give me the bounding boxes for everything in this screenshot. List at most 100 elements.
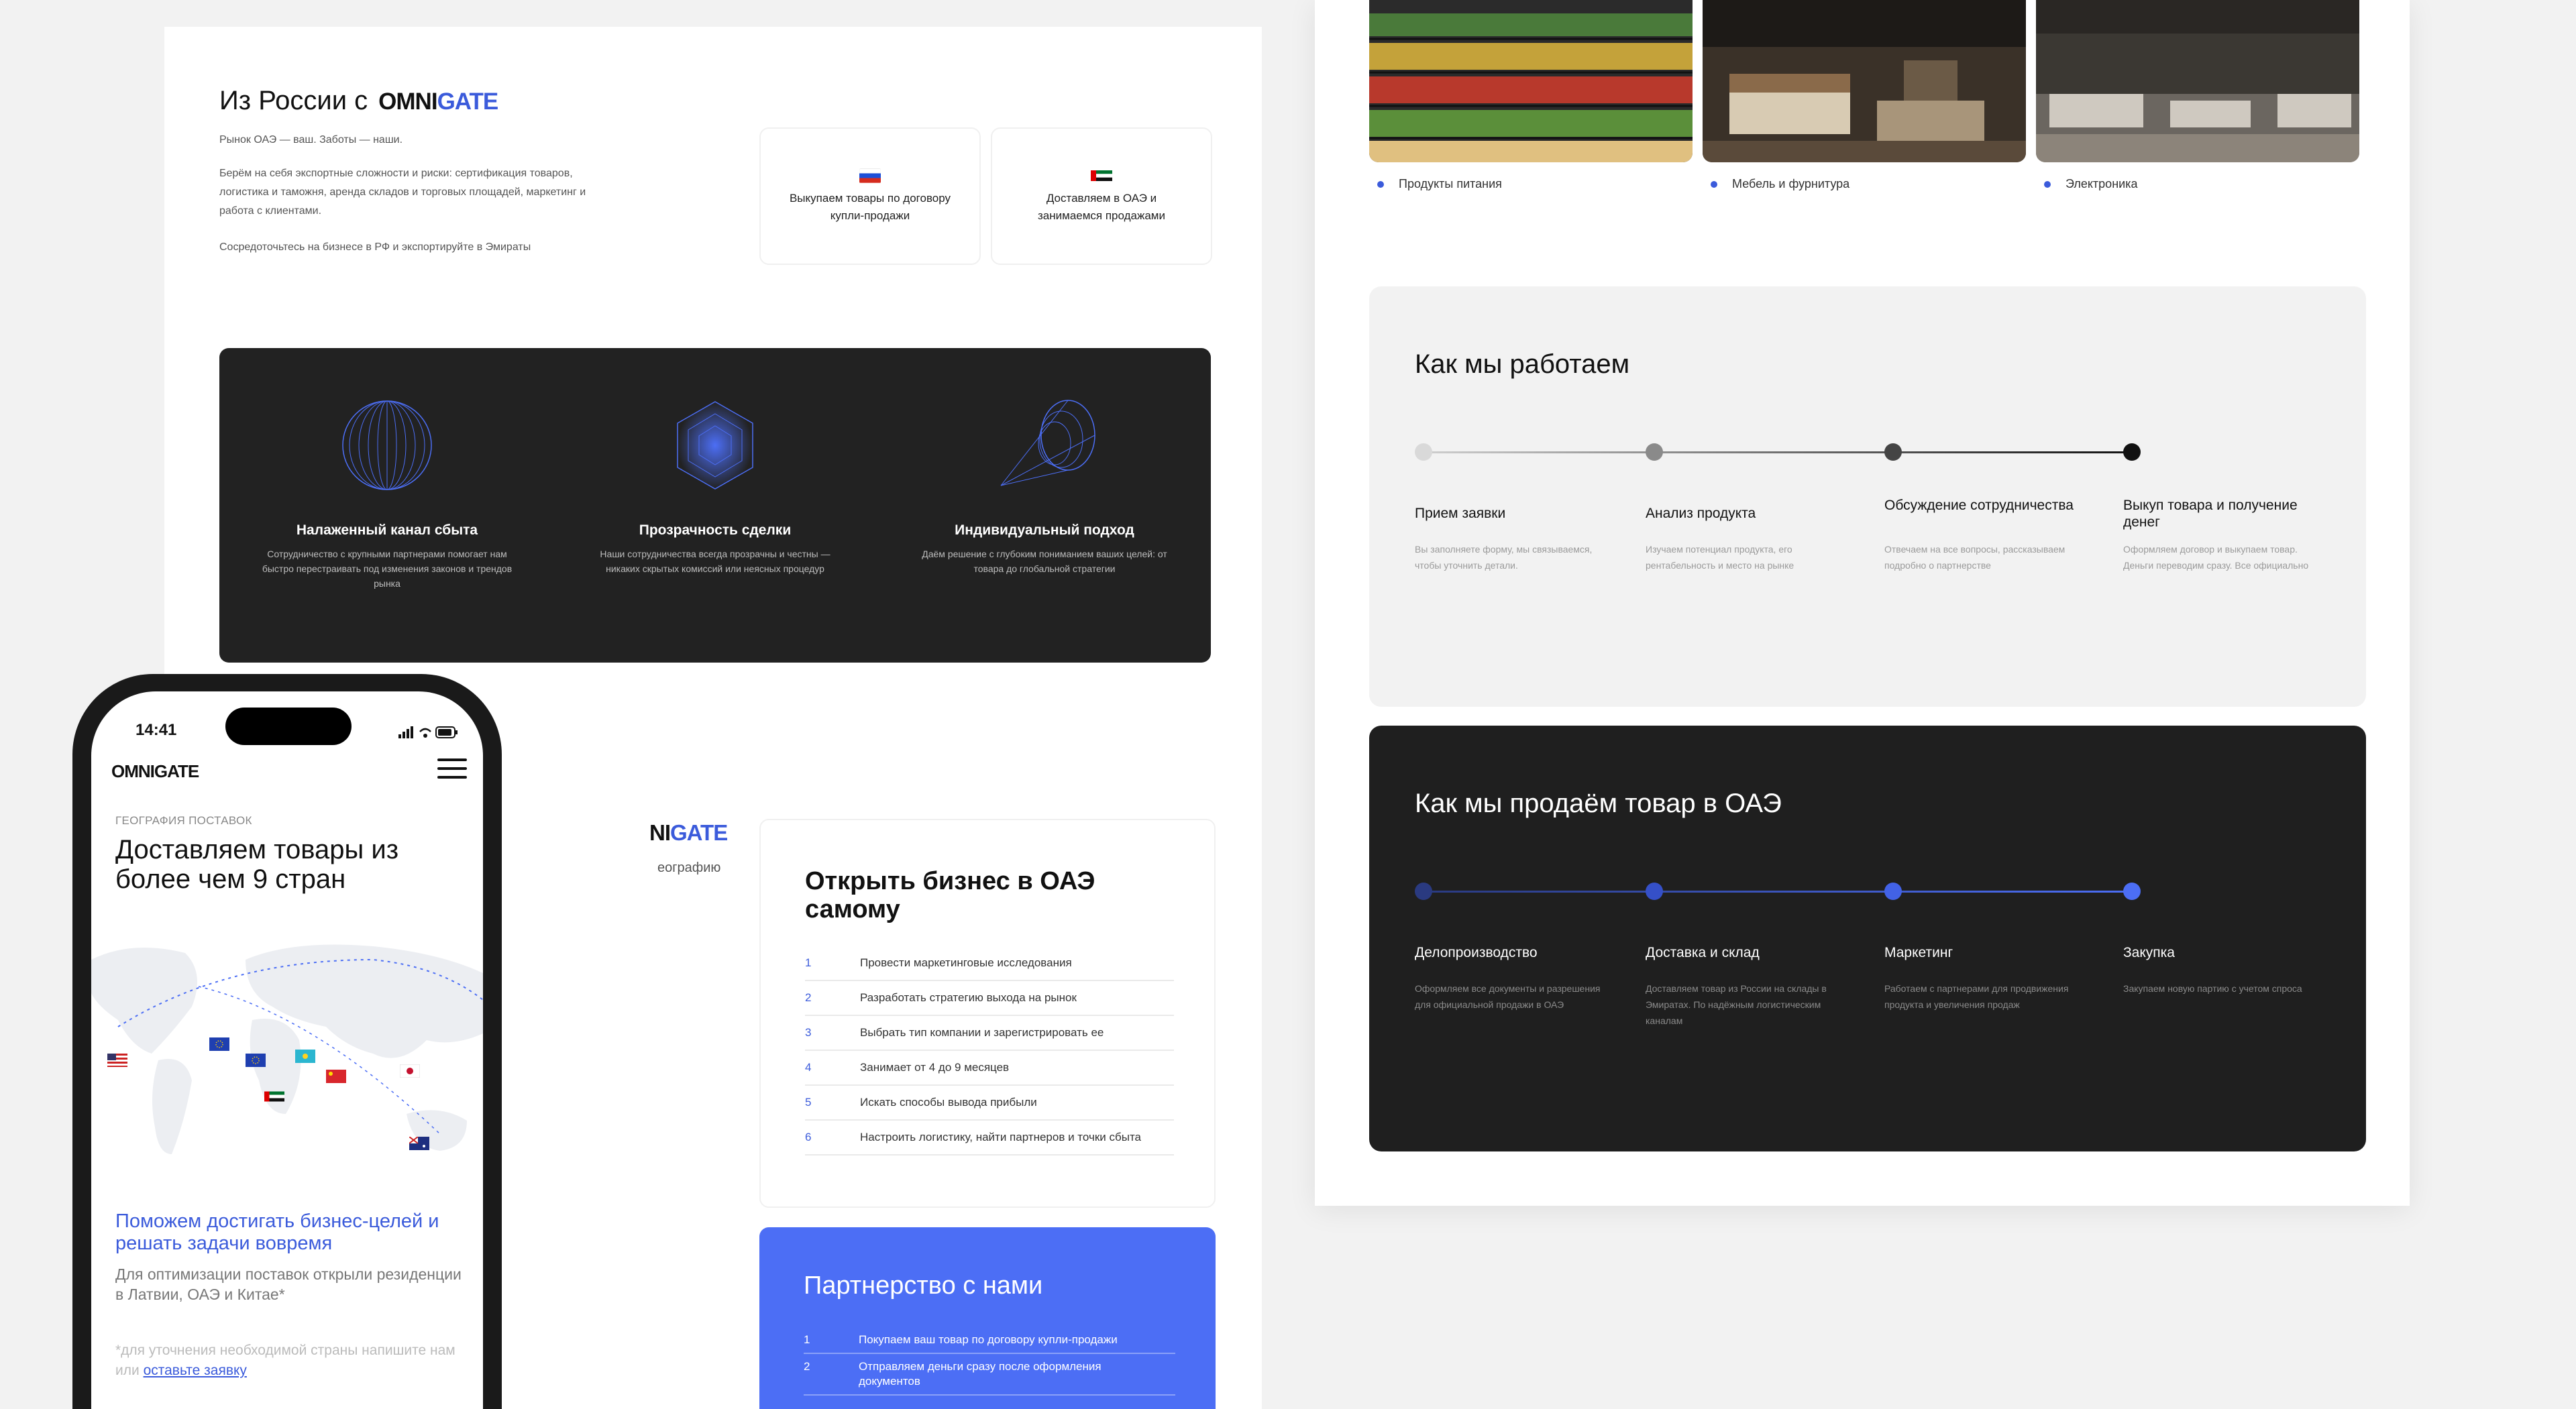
partnership-step: 2 Отправляем деньги сразу после оформлени… <box>804 1354 1175 1396</box>
step-node <box>1884 443 1902 461</box>
status-time: 14:41 <box>136 721 177 739</box>
step-text: Покупаем ваш товар по договору купли-про… <box>859 1333 1118 1346</box>
menu-burger-icon[interactable] <box>437 758 467 780</box>
electronics-photo <box>2036 0 2359 162</box>
open-business-step: 4 Занимает от 4 до 9 месяцев <box>805 1051 1174 1086</box>
how-we-work-title: Как мы работаем <box>1415 349 1630 379</box>
hero-title-prefix: Из России с <box>219 86 368 115</box>
china-flag-icon <box>326 1070 346 1083</box>
phone-screen: 14:41 OMNIGATE ГЕОГРАФИЯ ПОСТАВОК Достав… <box>91 691 483 1409</box>
open-business-card: Открыть бизнес в ОАЭ самому 1 Провести ма… <box>759 819 1216 1208</box>
step-node <box>2123 883 2141 900</box>
step-text: Занимает от 4 до 9 месяцев <box>860 1061 1010 1074</box>
mobile-grey-text: Для оптимизации поставок открыли резиден… <box>115 1265 462 1303</box>
step-node <box>1415 883 1432 900</box>
open-business-step: 1 Провести маркетинговые исследования <box>805 946 1174 981</box>
partial-logo: NIGATE <box>649 820 728 845</box>
step-number: 1 <box>805 956 812 969</box>
japan-flag-icon <box>400 1064 420 1078</box>
step-node <box>1415 443 1432 461</box>
step-title: Делопроизводство <box>1415 945 1538 960</box>
status-icons <box>398 726 458 738</box>
step-title: Выкуп товара и получение денег <box>2123 498 2298 530</box>
step-desc: Отвечаем на все вопросы, рассказываем по… <box>1884 544 2065 571</box>
step-desc: Оформляем договор и выкупаем товар. День… <box>2123 544 2309 571</box>
step-title: Анализ продукта <box>1646 506 1756 521</box>
flag-card-text: Выкупаем товары по договору купли-продаж… <box>789 191 951 222</box>
eu-flag-icon <box>246 1054 266 1067</box>
open-business-title: Открыть бизнес в ОАЭ самому <box>805 867 1095 923</box>
how-we-sell-title: Как мы продаём товар в ОАЭ <box>1415 789 1782 818</box>
progress-line <box>1423 451 2134 453</box>
uae-flag-icon <box>264 1091 284 1102</box>
uae-flag-icon <box>1091 170 1112 181</box>
how-we-work-card: Как мы работаем Прием заявки Вы заполняет… <box>1369 286 2366 707</box>
hero-body: Берём на себя экспортные сложности и рис… <box>219 168 586 217</box>
leave-request-link[interactable]: оставьте заявку <box>144 1363 247 1378</box>
open-business-steps: 1 Провести маркетинговые исследования 2 Раз… <box>805 946 1174 1156</box>
hero-lead: Рынок ОАЭ — ваш. Заботы — наши. <box>219 134 403 146</box>
world-map <box>91 944 483 1154</box>
flag-card-uae: Доставляем в ОАЭ и занимаемся продажами <box>991 127 1212 265</box>
omnigate-logo: OMNIGATE <box>378 89 498 115</box>
step-desc: Доставляем товар из России на склады в Э… <box>1646 983 1827 1026</box>
feature-title: Индивидуальный подход <box>955 522 1134 538</box>
feature-text: Даём решение с глубоким пониманием ваших… <box>922 549 1167 574</box>
furniture-store-image <box>1703 0 2026 162</box>
step-title: Закупка <box>2123 945 2175 960</box>
kazakhstan-flag-icon <box>295 1050 315 1063</box>
step-number: 2 <box>804 1360 810 1373</box>
hexagon-icon <box>677 401 753 490</box>
mobile-logo[interactable]: OMNIGATE <box>111 761 199 782</box>
step-number: 3 <box>805 1026 812 1039</box>
step-text: Настроить логистику, найти партнеров и т… <box>860 1131 1141 1143</box>
furniture-photo <box>1703 0 2026 162</box>
partial-geography-text: еографию <box>657 860 721 875</box>
step-text: Провести маркетинговые исследования <box>860 956 1072 969</box>
step-number: 2 <box>805 991 812 1004</box>
mobile-note: *для уточнения необходимой страны напиши… <box>115 1341 464 1381</box>
step-number: 4 <box>805 1061 812 1074</box>
usa-flag-icon <box>107 1054 127 1067</box>
partnership-card: Партнерство с нами 1 Покупаем ваш товар п… <box>759 1227 1216 1409</box>
category-label: Мебель и фурнитура <box>1711 177 1849 191</box>
phone-mockup: 14:41 OMNIGATE ГЕОГРАФИЯ ПОСТАВОК Достав… <box>72 674 502 1409</box>
category-label: Продукты питания <box>1377 177 1502 191</box>
step-desc: Изучаем потенциал продукта, его рентабел… <box>1646 544 1794 571</box>
feature-item: Индивидуальный подход Даём решение с глу… <box>917 395 1172 576</box>
partnership-steps: 1 Покупаем ваш товар по договору купли-пр… <box>804 1327 1175 1396</box>
category-label: Электроника <box>2044 177 2137 191</box>
partnership-title: Партнерство с нами <box>804 1272 1043 1300</box>
step-text: Искать способы вывода прибыли <box>860 1096 1037 1109</box>
step-desc: Работаем с партнерами для продвижения пр… <box>1884 983 2069 1010</box>
step-text: Разработать стратегию выхода на рынок <box>860 991 1077 1004</box>
step-node <box>1646 883 1663 900</box>
feature-item: Прозрачность сделки Наши сотрудничества … <box>588 395 843 576</box>
food-photo <box>1369 0 1693 162</box>
mobile-eyebrow: ГЕОГРАФИЯ ПОСТАВОК <box>115 814 252 827</box>
open-business-step: 6 Настроить логистику, найти партнеров и … <box>805 1121 1174 1156</box>
feature-title: Прозрачность сделки <box>639 522 792 538</box>
feature-item: Налаженный канал сбыта Сотрудничество с … <box>260 395 515 591</box>
step-node <box>1884 883 1902 900</box>
grocery-shelves-image <box>1369 0 1693 162</box>
flag-card-russia: Выкупаем товары по договору купли-продаж… <box>759 127 981 265</box>
step-desc: Закупаем новую партию с учетом спроса <box>2123 983 2302 994</box>
step-node <box>2123 443 2141 461</box>
features-panel: Налаженный канал сбыта Сотрудничество с … <box>219 348 1211 663</box>
russia-flag-icon <box>859 168 881 183</box>
sphere-icon <box>342 400 432 490</box>
australia-flag-icon <box>409 1137 429 1150</box>
step-number: 1 <box>804 1333 810 1346</box>
mobile-title: Доставляем товары из более чем 9 стран <box>115 835 399 894</box>
mobile-blue-text: Поможем достигать бизнес-целей и решать … <box>115 1210 439 1254</box>
step-title: Доставка и склад <box>1646 945 1760 960</box>
open-business-step: 3 Выбрать тип компании и зарегистрировать… <box>805 1016 1174 1051</box>
open-business-step: 5 Искать способы вывода прибыли <box>805 1086 1174 1121</box>
feature-text: Наши сотрудничества всегда прозрачны и ч… <box>600 549 830 574</box>
step-title: Прием заявки <box>1415 506 1506 521</box>
electronics-store-image <box>2036 0 2359 162</box>
step-desc: Вы заполняете форму, мы связываемся, что… <box>1415 544 1593 571</box>
progress-line <box>1423 891 2134 893</box>
cone-icon <box>1000 400 1095 486</box>
